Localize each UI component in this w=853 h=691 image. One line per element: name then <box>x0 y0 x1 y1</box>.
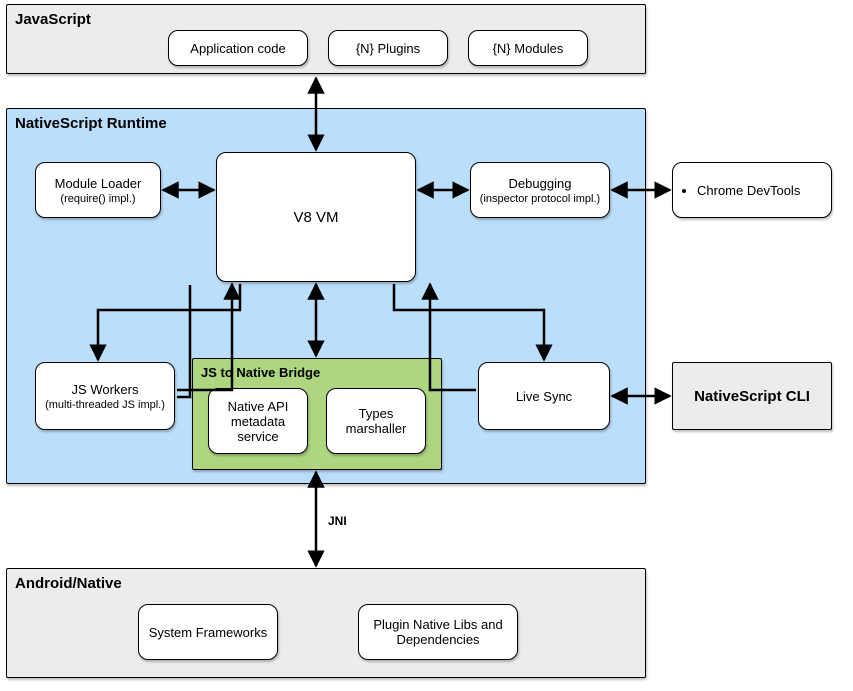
devtools-box: Chrome DevTools <box>672 162 832 218</box>
module-loader-box: Module Loader (require() impl.) <box>35 162 161 218</box>
jni-label: JNI <box>328 514 347 528</box>
plugin-libs-box: Plugin Native Libs and Dependencies <box>358 604 518 660</box>
cli-label: NativeScript CLI <box>694 388 810 405</box>
js-workers-title: JS Workers <box>72 382 139 397</box>
modules-box: {N} Modules <box>468 30 588 66</box>
modules-label: {N} Modules <box>493 41 564 56</box>
system-frameworks-label: System Frameworks <box>149 625 267 640</box>
native-title: Android/Native <box>7 569 645 598</box>
module-loader-sub: (require() impl.) <box>60 193 135 205</box>
marshaller-label: Types marshaller <box>333 406 419 436</box>
native-container: Android/Native <box>6 568 646 678</box>
v8-box: V8 VM <box>216 152 416 282</box>
live-sync-label: Live Sync <box>516 389 572 404</box>
plugins-box: {N} Plugins <box>328 30 448 66</box>
debugging-sub: (inspector protocol impl.) <box>480 193 600 205</box>
devtools-label: Chrome DevTools <box>697 183 800 198</box>
js-workers-sub: (multi-threaded JS impl.) <box>45 399 165 411</box>
metadata-box: Native API metadata service <box>208 388 308 454</box>
js-workers-box: JS Workers (multi-threaded JS impl.) <box>35 362 175 430</box>
bridge-title: JS to Native Bridge <box>193 359 441 386</box>
debugging-box: Debugging (inspector protocol impl.) <box>470 162 610 218</box>
app-code-box: Application code <box>168 30 308 66</box>
v8-label: V8 VM <box>293 209 338 226</box>
module-loader-title: Module Loader <box>55 176 142 191</box>
debugging-title: Debugging <box>509 176 572 191</box>
plugin-libs-label: Plugin Native Libs and Dependencies <box>365 617 511 647</box>
app-code-label: Application code <box>190 41 285 56</box>
cli-box: NativeScript CLI <box>672 362 832 430</box>
metadata-label: Native API metadata service <box>215 399 301 444</box>
runtime-title: NativeScript Runtime <box>7 109 645 138</box>
live-sync-box: Live Sync <box>478 362 610 430</box>
system-frameworks-box: System Frameworks <box>138 604 278 660</box>
marshaller-box: Types marshaller <box>326 388 426 454</box>
plugins-label: {N} Plugins <box>356 41 420 56</box>
